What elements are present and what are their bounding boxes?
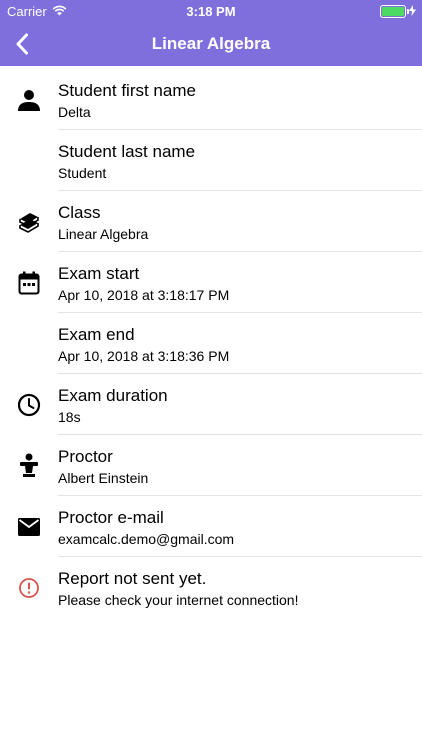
books-icon <box>19 212 39 233</box>
row-icon-slot <box>0 393 58 417</box>
mail-icon <box>18 517 40 536</box>
calendar-icon <box>18 271 40 294</box>
row-value: Apr 10, 2018 at 3:18:36 PM <box>58 347 230 364</box>
row-label: Class <box>58 202 101 222</box>
person-icon <box>18 89 40 111</box>
row-texts: Exam duration 18s <box>58 383 422 427</box>
list-item-student-last-name[interactable]: Student last name Student <box>0 130 422 191</box>
row-value: Student <box>58 164 107 181</box>
row-texts: Student first name Delta <box>58 78 422 122</box>
status-bar: Carrier 3:18 PM <box>0 0 422 22</box>
alert-icon <box>19 577 39 598</box>
row-texts: Report not sent yet. Please check your i… <box>58 566 422 610</box>
list-item-exam-duration[interactable]: Exam duration 18s <box>0 374 422 435</box>
row-label: Exam start <box>58 263 140 283</box>
battery-icon <box>380 4 409 18</box>
row-label: Exam duration <box>58 385 168 405</box>
list-item-class[interactable]: Class Linear Algebra <box>0 191 422 252</box>
row-value: Please check your internet connection! <box>58 591 299 608</box>
header: Carrier 3:18 PM Linear Algebra <box>0 0 422 66</box>
list-item-student-first-name[interactable]: Student first name Delta <box>0 69 422 130</box>
row-label: Student first name <box>58 80 196 100</box>
row-icon-slot <box>0 88 58 112</box>
clock-icon <box>17 393 41 416</box>
row-icon-slot <box>0 453 58 479</box>
row-icon-slot <box>0 271 58 295</box>
list-item-exam-end[interactable]: Exam end Apr 10, 2018 at 3:18:36 PM <box>0 313 422 374</box>
row-texts: Exam start Apr 10, 2018 at 3:18:17 PM <box>58 261 422 305</box>
list-item-proctor[interactable]: Proctor Albert Einstein <box>0 435 422 496</box>
battery-nub <box>407 8 409 14</box>
row-icon-slot <box>0 210 58 234</box>
row-value: Delta <box>58 103 91 120</box>
row-label: Proctor <box>58 446 113 466</box>
row-texts: Exam end Apr 10, 2018 at 3:18:36 PM <box>58 322 422 366</box>
row-value: examcalc.demo@gmail.com <box>58 530 235 547</box>
row-texts: Proctor e-mail examcalc.demo@gmail.com <box>58 505 422 549</box>
row-value: Albert Einstein <box>58 469 149 486</box>
battery-fill <box>382 6 404 16</box>
back-button[interactable] <box>8 30 36 58</box>
list-item-proctor-email[interactable]: Proctor e-mail examcalc.demo@gmail.com <box>0 496 422 557</box>
row-value: 18s <box>58 408 81 425</box>
row-icon-slot <box>0 577 58 599</box>
row-label: Student last name <box>58 141 196 161</box>
row-texts: Student last name Student <box>58 139 422 183</box>
list-item-exam-start[interactable]: Exam start Apr 10, 2018 at 3:18:17 PM <box>0 252 422 313</box>
row-label: Proctor e-mail <box>58 507 164 527</box>
row-label: Exam end <box>58 324 135 344</box>
row-value: Linear Algebra <box>58 225 149 242</box>
proctor-icon <box>20 453 38 477</box>
chevron-left-icon <box>16 33 28 55</box>
page-title: Linear Algebra <box>151 34 271 53</box>
navigation-bar: Linear Algebra <box>0 22 422 66</box>
row-value: Apr 10, 2018 at 3:18:17 PM <box>58 286 230 303</box>
row-texts: Proctor Albert Einstein <box>58 444 422 488</box>
status-time: 3:18 PM <box>186 4 236 19</box>
list-item-report-status[interactable]: Report not sent yet. Please check your i… <box>0 557 422 618</box>
details-list: Student first name Delta Student last na… <box>0 69 422 618</box>
row-label: Report not sent yet. <box>58 568 207 588</box>
row-texts: Class Linear Algebra <box>58 200 422 244</box>
row-icon-slot <box>0 517 58 537</box>
